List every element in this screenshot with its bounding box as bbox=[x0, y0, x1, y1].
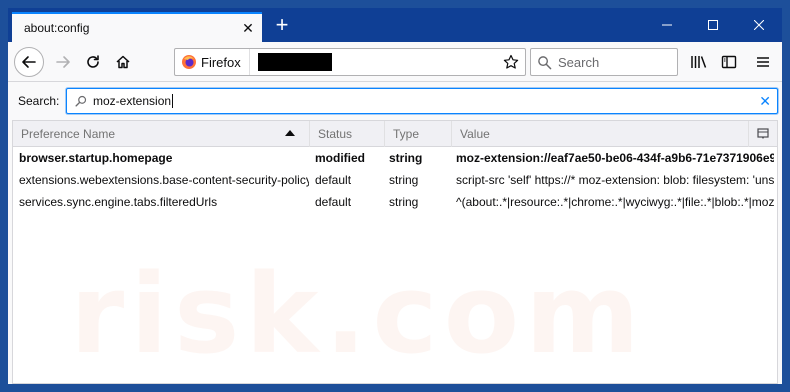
pref-name: browser.startup.homepage bbox=[19, 151, 173, 165]
filter-search-input[interactable]: moz-extension ✕ bbox=[66, 88, 778, 114]
table-header: Preference Name Status Type Value bbox=[13, 121, 777, 147]
column-picker-button[interactable] bbox=[749, 121, 777, 147]
column-header-status[interactable]: Status bbox=[310, 121, 385, 147]
back-button[interactable] bbox=[14, 47, 44, 77]
column-header-name[interactable]: Preference Name bbox=[13, 121, 310, 147]
table-row[interactable]: browser.startup.homepage modified string… bbox=[13, 147, 777, 169]
pref-type: string bbox=[389, 173, 419, 187]
maximize-icon bbox=[708, 20, 718, 30]
hamburger-menu-icon bbox=[757, 57, 769, 67]
pref-name: services.sync.engine.tabs.filteredUrls bbox=[19, 195, 218, 209]
text-caret bbox=[172, 94, 174, 108]
pref-value: ^(about:.*|resource:.*|chrome:.*|wyciwyg… bbox=[456, 195, 774, 209]
column-picker-icon bbox=[757, 128, 769, 139]
about-config-page: Search: moz-extension ✕ Preference Name … bbox=[8, 82, 782, 384]
browser-window: about:config ✕ + Firefox Search Search: … bbox=[0, 0, 790, 392]
maximize-button[interactable] bbox=[690, 8, 736, 42]
url-bar[interactable]: Firefox bbox=[174, 48, 526, 76]
tab-close-icon[interactable]: ✕ bbox=[234, 20, 262, 37]
home-icon bbox=[116, 55, 130, 69]
close-window-button[interactable] bbox=[736, 8, 782, 42]
back-arrow-icon bbox=[22, 56, 36, 68]
pref-type: string bbox=[389, 195, 419, 209]
identity-label: Firefox bbox=[201, 54, 241, 70]
navigation-toolbar: Firefox Search bbox=[8, 42, 782, 82]
reload-icon bbox=[87, 55, 99, 68]
bookmark-star-icon[interactable] bbox=[503, 54, 519, 73]
sidebar-icon bbox=[721, 55, 737, 69]
close-icon bbox=[754, 20, 764, 30]
filter-value: moz-extension bbox=[93, 94, 172, 108]
column-header-value[interactable]: Value bbox=[452, 121, 749, 147]
minimize-button[interactable] bbox=[644, 8, 690, 42]
search-placeholder: Search bbox=[558, 54, 600, 70]
menu-button[interactable] bbox=[748, 47, 778, 77]
preferences-table: Preference Name Status Type Value browse… bbox=[12, 120, 778, 384]
redacted-url bbox=[257, 53, 332, 71]
minimize-icon bbox=[662, 24, 672, 26]
new-tab-button[interactable]: + bbox=[270, 14, 294, 38]
pref-name: extensions.webextensions.base-content-se… bbox=[19, 173, 309, 187]
library-icon bbox=[691, 56, 707, 68]
table-row[interactable]: extensions.webextensions.base-content-se… bbox=[13, 169, 777, 191]
pref-value: script-src 'self' https://* moz-extensio… bbox=[456, 173, 774, 187]
filter-label: Search: bbox=[18, 94, 60, 108]
tab-bar: about:config ✕ + bbox=[8, 8, 782, 42]
tab-title: about:config bbox=[24, 21, 90, 35]
pref-status: modified bbox=[315, 151, 365, 165]
library-button[interactable] bbox=[684, 47, 714, 77]
sort-ascending-icon bbox=[285, 130, 295, 136]
firefox-logo-icon bbox=[182, 55, 196, 69]
search-bar[interactable]: Search bbox=[530, 48, 678, 76]
search-icon bbox=[75, 95, 87, 107]
pref-status: default bbox=[315, 195, 352, 209]
pref-value: moz-extension://eaf7ae50-be06-434f-a9b6-… bbox=[456, 151, 774, 165]
window-controls bbox=[644, 8, 782, 42]
tab-about-config[interactable]: about:config ✕ bbox=[12, 12, 262, 42]
filter-row: Search: moz-extension ✕ bbox=[8, 82, 782, 120]
identity-box[interactable]: Firefox bbox=[175, 49, 250, 75]
table-row[interactable]: services.sync.engine.tabs.filteredUrls d… bbox=[13, 191, 777, 213]
pref-type: string bbox=[389, 151, 423, 165]
sidebar-button[interactable] bbox=[714, 47, 744, 77]
column-header-type[interactable]: Type bbox=[385, 121, 452, 147]
reload-button[interactable] bbox=[78, 47, 108, 77]
clear-filter-icon[interactable]: ✕ bbox=[759, 93, 771, 110]
forward-arrow-icon bbox=[56, 56, 70, 68]
pref-status: default bbox=[315, 173, 352, 187]
forward-button[interactable] bbox=[48, 47, 78, 77]
search-icon bbox=[538, 55, 552, 69]
home-button[interactable] bbox=[108, 47, 138, 77]
